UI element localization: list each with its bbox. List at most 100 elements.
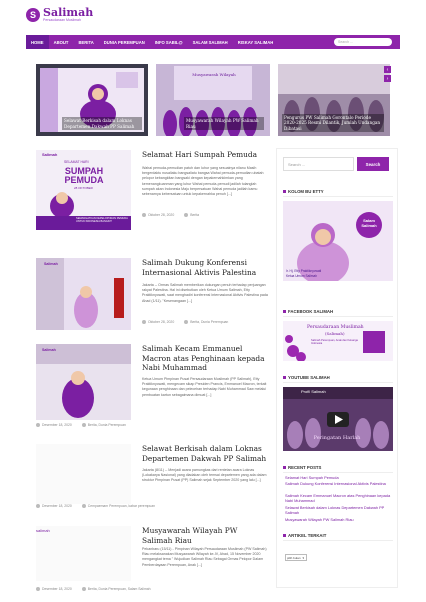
- widget-title-youtube: YOUTUBE SALIMAH: [283, 375, 330, 380]
- recent-post-link[interactable]: Salimah Kecam Emmanuel Macron atas Pengh…: [285, 493, 393, 503]
- divider: [283, 382, 393, 383]
- recent-post-link[interactable]: Salimah Dukung Konferensi Internasional …: [285, 481, 393, 486]
- youtube-video[interactable]: [283, 387, 393, 451]
- post-category[interactable]: Berita: [190, 213, 199, 217]
- widget-title-facebook: FACEBOOK SALIMAH: [283, 309, 333, 314]
- slide-caption[interactable]: Selawat Berkisah dalam Loknas Departemen…: [62, 117, 142, 130]
- sidebar-search-input[interactable]: Search ...: [283, 157, 354, 171]
- kolom-salam: Salam Salimah: [361, 218, 377, 228]
- post-date[interactable]: Oktober 28, 2020: [148, 213, 174, 217]
- fb-banner-title: Persaudaraan Muslimah: [307, 325, 364, 330]
- main-nav: HOME ABOUT BERITA DUNIA PEREMPUAN INFO S…: [26, 35, 400, 49]
- post-thumbnail[interactable]: salimah: [36, 526, 131, 581]
- widget-marker-icon: [283, 310, 286, 313]
- post-excerpt: Pekanbaru (15/11) - Pimpinan Wilayah Per…: [142, 547, 267, 567]
- post-title[interactable]: Selawat Berkisah dalam Loknas Departemen…: [142, 444, 270, 463]
- nav-item-riskay-salimah[interactable]: RISKAY SALIMAH: [233, 35, 279, 49]
- post-item: Selawat Berkisah dalam Loknas Departemen…: [36, 444, 268, 514]
- thumb-brand: Salimah: [42, 348, 56, 352]
- post-meta: Oktober 28, 2020 Berita: [142, 213, 199, 218]
- widget-marker-icon: [283, 466, 286, 469]
- post-item: Salimah SELAMAT HARI SUMPAH PEMUDA 28 OK…: [36, 150, 268, 240]
- kolom-name: Ir. Hj. Etty Praktiknyowati: [286, 269, 322, 273]
- post-excerpt: Jakarta -- Ormas Salimah memberikan duku…: [142, 283, 268, 303]
- post-date[interactable]: Desember 18, 2020: [42, 423, 72, 427]
- thumb-brand: salimah: [36, 528, 50, 533]
- thumb-date: 28 OKTOBER: [74, 186, 93, 190]
- slider-item[interactable]: Selawat Berkisah dalam Loknas Departemen…: [36, 64, 148, 136]
- post-category[interactable]: Berita, Dunia Perempuan: [88, 423, 126, 427]
- post-category[interactable]: Berita, Dunia Perempuan, Salam Salimah: [88, 587, 151, 591]
- yt-banner: Peringatan Harlah: [313, 435, 361, 441]
- nav-item-about[interactable]: ABOUT: [49, 35, 74, 49]
- thumb-brand: Salimah: [42, 152, 58, 157]
- logo-icon: S: [26, 7, 40, 22]
- slide-banner-text: Musyawarah Wilayah: [192, 72, 236, 77]
- sidebar-search-button[interactable]: Search: [357, 157, 389, 171]
- widget-title-recent: RECENT POSTS: [283, 465, 321, 470]
- folder-icon: [81, 504, 86, 509]
- widget-marker-icon: [283, 190, 286, 193]
- slider-item[interactable]: Pengurus PW Salimah Gorontalo Periode 20…: [278, 64, 390, 136]
- post-date[interactable]: Desember 18, 2020: [42, 504, 72, 508]
- fb-banner-sub: (Salimah): [325, 331, 345, 336]
- calendar-icon: [142, 213, 146, 218]
- post-thumbnail[interactable]: [36, 258, 131, 330]
- sidebar: Search ... Search KOLOM BU ETTY Salam Sa…: [276, 148, 398, 588]
- nav-search-input[interactable]: Search ...: [334, 38, 392, 46]
- recent-post-link[interactable]: Selamat Hari Sumpah Pemuda: [285, 475, 393, 480]
- divider: [283, 196, 393, 197]
- post-excerpt: Wahai pemuda-pemudian patuh dan Iuhur ya…: [142, 166, 264, 197]
- site-name: Salimah: [43, 6, 94, 19]
- widget-title-archive: ARTIKEL TERKAIT: [283, 533, 326, 538]
- post-excerpt: Jakarta (8/11) -- Menjadi acara pamungka…: [142, 468, 267, 483]
- nav-item-berita[interactable]: BERITA: [73, 35, 98, 49]
- calendar-icon: [36, 504, 40, 509]
- post-title[interactable]: Salimah Dukung Konferensi Internasional …: [142, 258, 270, 277]
- archive-select[interactable]: pilih bulan ▾: [285, 554, 307, 561]
- slider-item[interactable]: Musyawarah Wilayah PW Salimah Riau Musya…: [156, 64, 270, 136]
- post-title[interactable]: Musyawarah Wilayah PW Salimah Riau: [142, 526, 270, 545]
- folder-icon: [81, 423, 86, 428]
- post-category[interactable]: Berita, Dunia Perempuan: [190, 320, 228, 324]
- post-item: Salimah Salimah Kecam Emmanuel Macron at…: [36, 344, 268, 428]
- calendar-icon: [142, 320, 146, 325]
- post-item: Salimah Salimah Dukung Konferensi Intern…: [36, 258, 268, 336]
- widget-title-kolom: KOLOM BU ETTY: [283, 189, 324, 194]
- post-meta: Desember 18, 2020 Cempaemam Perempuan, ka…: [36, 504, 155, 509]
- post-category[interactable]: Cempaemam Perempuan, kabar perempuan: [88, 504, 155, 508]
- slide-caption[interactable]: Pengurus PW Salimah Gorontalo Periode 20…: [282, 113, 384, 132]
- nav-item-home[interactable]: HOME: [26, 35, 49, 49]
- slide-caption[interactable]: Musyawarah Wilayah PW Salimah Riau: [184, 117, 264, 130]
- post-excerpt: Ketua Umum Pimpinan Pusat Persaudaraan M…: [142, 377, 267, 397]
- folder-icon: [184, 320, 189, 325]
- kolom-role: Ketua Umum Salimah: [286, 274, 318, 278]
- post-title[interactable]: Salimah Kecam Emmanuel Macron atas Pengh…: [142, 344, 270, 373]
- nav-item-info-sabila[interactable]: INFO SABIL@: [150, 35, 188, 49]
- widget-marker-icon: [283, 534, 286, 537]
- slider-next-icon[interactable]: ›: [384, 75, 391, 82]
- post-title[interactable]: Selamat Hari Sumpah Pemuda: [142, 150, 270, 160]
- site-logo[interactable]: S Salimah Persaudaraan Muslimah: [26, 7, 93, 22]
- chevron-down-icon: ▾: [302, 555, 305, 560]
- post-date[interactable]: Desember 18, 2020: [42, 587, 72, 591]
- post-thumbnail[interactable]: [36, 444, 131, 504]
- thumb-brand: Salimah: [44, 262, 58, 266]
- thumb-strip: SEMANGATKAN KEPELOPORAN PEMUDA UNTUK IND…: [76, 217, 128, 224]
- nav-item-salam-salimah[interactable]: SALAM SALIMAH: [188, 35, 233, 49]
- divider: [283, 472, 393, 473]
- widget-marker-icon: [283, 376, 286, 379]
- nav-item-dunia-perempuan[interactable]: DUNIA PEREMPUAN: [99, 35, 150, 49]
- thumb-headline: SUMPAH PEMUDA: [64, 166, 104, 185]
- post-item: salimah Musyawarah Wilayah PW Salimah Ri…: [36, 526, 268, 596]
- recent-post-link[interactable]: Selawat Berkisah dalam Loknas Departemen…: [285, 505, 393, 515]
- post-date[interactable]: Oktober 28, 2020: [148, 320, 174, 324]
- site-header: S Salimah Persaudaraan Muslimah: [0, 0, 426, 32]
- recent-post-link[interactable]: Musyawarah Wilayah PW Salimah Riau: [285, 517, 393, 522]
- divider: [283, 316, 393, 317]
- thumb-greeting: SELAMAT HARI: [64, 160, 89, 164]
- yt-channel[interactable]: Profil Salimah: [301, 389, 326, 394]
- calendar-icon: [36, 587, 40, 592]
- slider-prev-icon[interactable]: ‹: [384, 66, 391, 73]
- folder-icon: [184, 213, 189, 218]
